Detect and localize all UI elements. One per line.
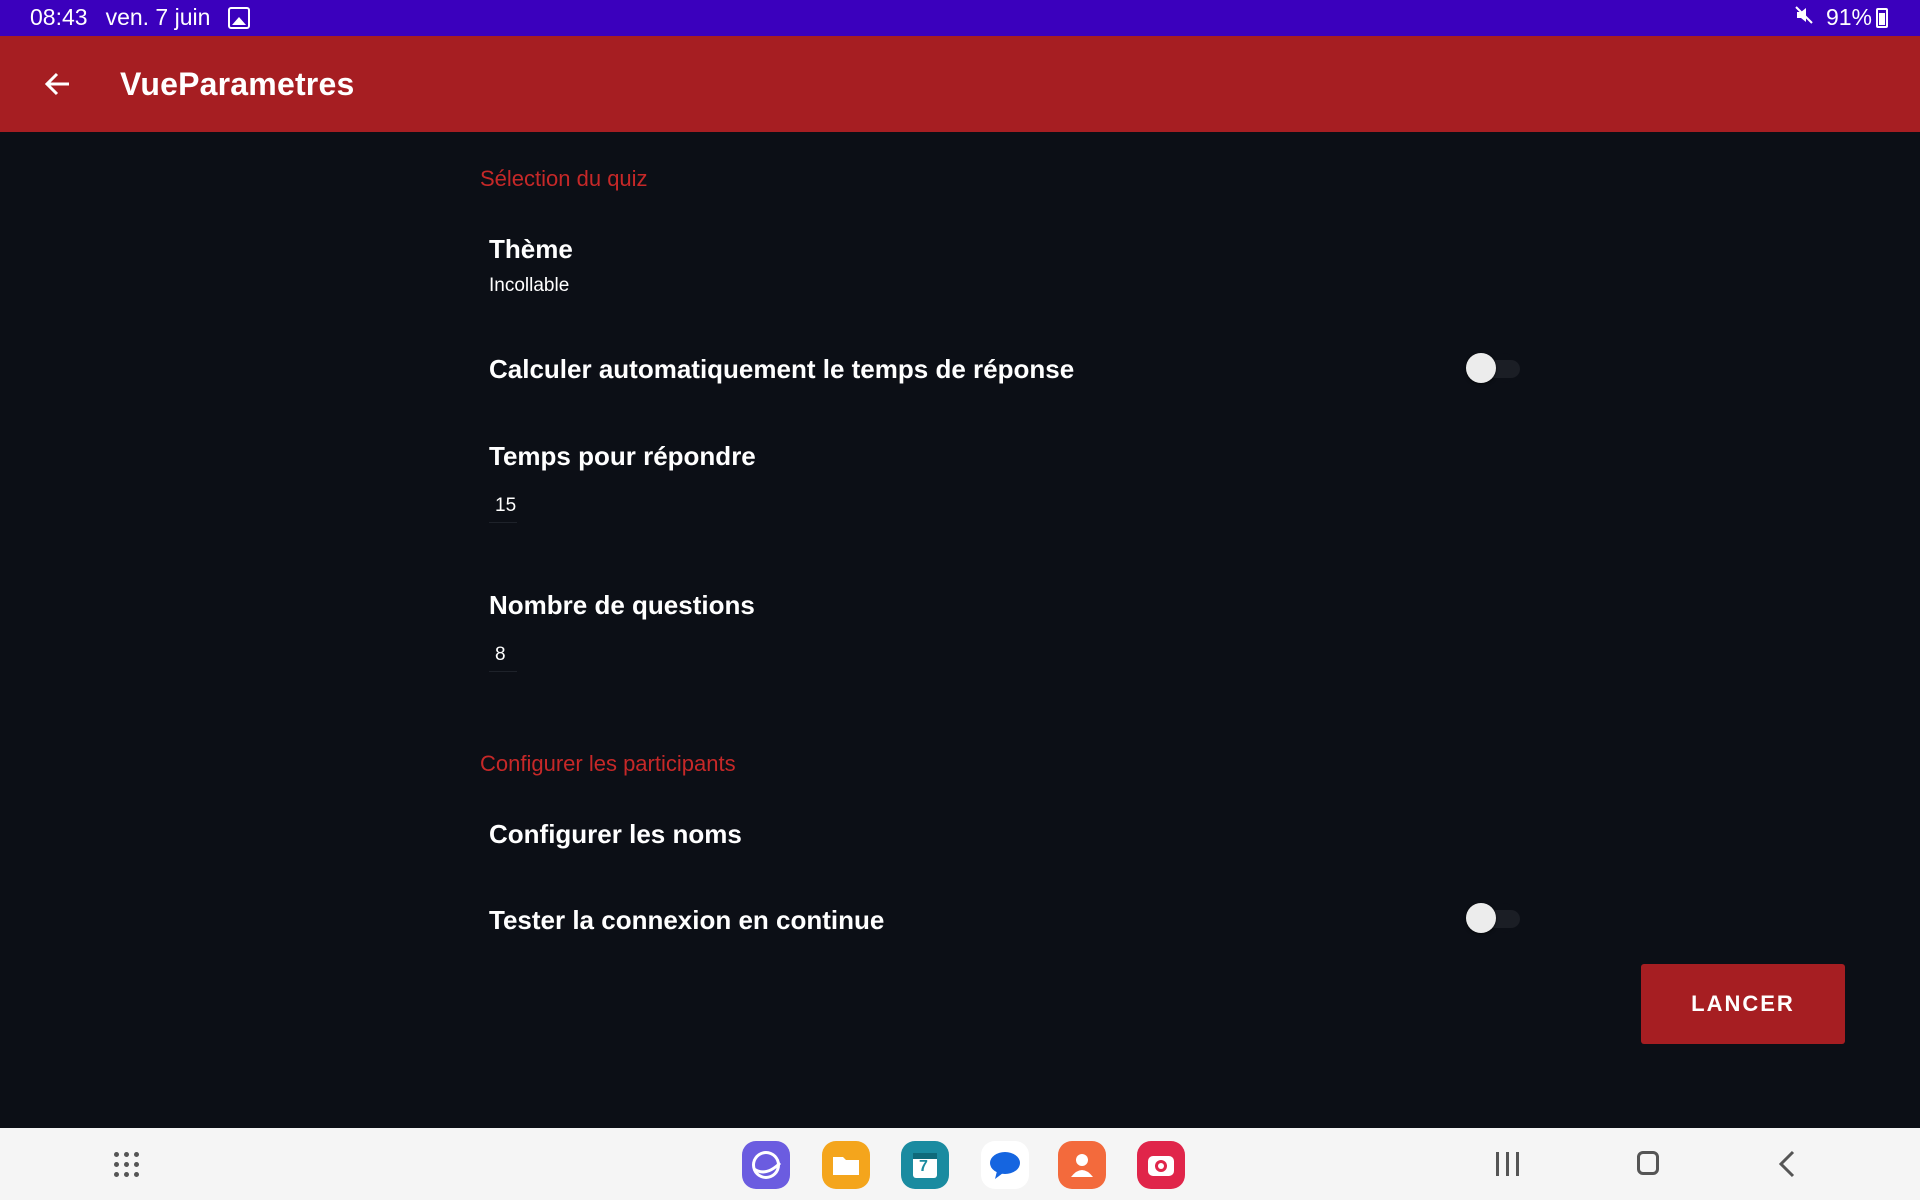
calendar-day: 7: [919, 1158, 928, 1175]
internet-icon[interactable]: [742, 1141, 790, 1189]
section-header-quiz: Sélection du quiz: [480, 166, 648, 191]
switch-thumb: [1466, 353, 1496, 383]
status-bar: 08:43 ven. 7 juin 91%: [0, 0, 1920, 36]
status-bar-left: 08:43 ven. 7 juin: [30, 4, 251, 31]
home-icon[interactable]: [1637, 1151, 1659, 1175]
configure-names-item[interactable]: Configurer les noms: [489, 819, 742, 850]
app-drawer-icon[interactable]: [114, 1152, 140, 1178]
back-arrow-icon[interactable]: [36, 62, 80, 106]
status-date: ven. 7 juin: [105, 4, 211, 30]
continuous-test-label[interactable]: Tester la connexion en continue: [489, 905, 884, 936]
contacts-icon[interactable]: [1058, 1141, 1106, 1189]
files-icon[interactable]: [822, 1141, 870, 1189]
theme-title[interactable]: Thème: [489, 234, 573, 265]
question-count-label: Nombre de questions: [489, 590, 755, 620]
status-bar-right: 91%: [1794, 4, 1888, 31]
nav-back-icon[interactable]: [1775, 1149, 1799, 1179]
status-time: 08:43: [30, 4, 88, 30]
messages-icon[interactable]: [981, 1141, 1029, 1189]
recent-apps-icon[interactable]: [1496, 1152, 1522, 1176]
continuous-test-switch[interactable]: [1466, 903, 1520, 933]
launch-button[interactable]: LANCER: [1641, 964, 1845, 1044]
app-bar: VueParametres: [0, 36, 1920, 132]
switch-thumb: [1466, 903, 1496, 933]
camera-icon[interactable]: [1137, 1141, 1185, 1189]
page-title: VueParametres: [120, 66, 355, 102]
battery-level: 91%: [1825, 4, 1872, 30]
section-header-participants: Configurer les participants: [480, 751, 736, 776]
auto-time-switch[interactable]: [1466, 353, 1520, 383]
question-count-input[interactable]: 8: [489, 636, 517, 672]
theme-value[interactable]: Incollable: [489, 275, 569, 297]
auto-time-label[interactable]: Calculer automatiquement le temps de rép…: [489, 354, 1074, 385]
settings-list: Sélection du quiz Thème Incollable Calcu…: [0, 132, 1920, 1128]
navigation-bar: 7: [0, 1128, 1920, 1200]
answer-time-label: Temps pour répondre: [489, 441, 756, 471]
battery-icon: [1876, 7, 1888, 28]
mute-icon: [1794, 5, 1814, 31]
calendar-icon[interactable]: 7: [901, 1141, 949, 1189]
answer-time-input[interactable]: 15: [489, 487, 517, 523]
gallery-notification-icon: [228, 6, 251, 29]
